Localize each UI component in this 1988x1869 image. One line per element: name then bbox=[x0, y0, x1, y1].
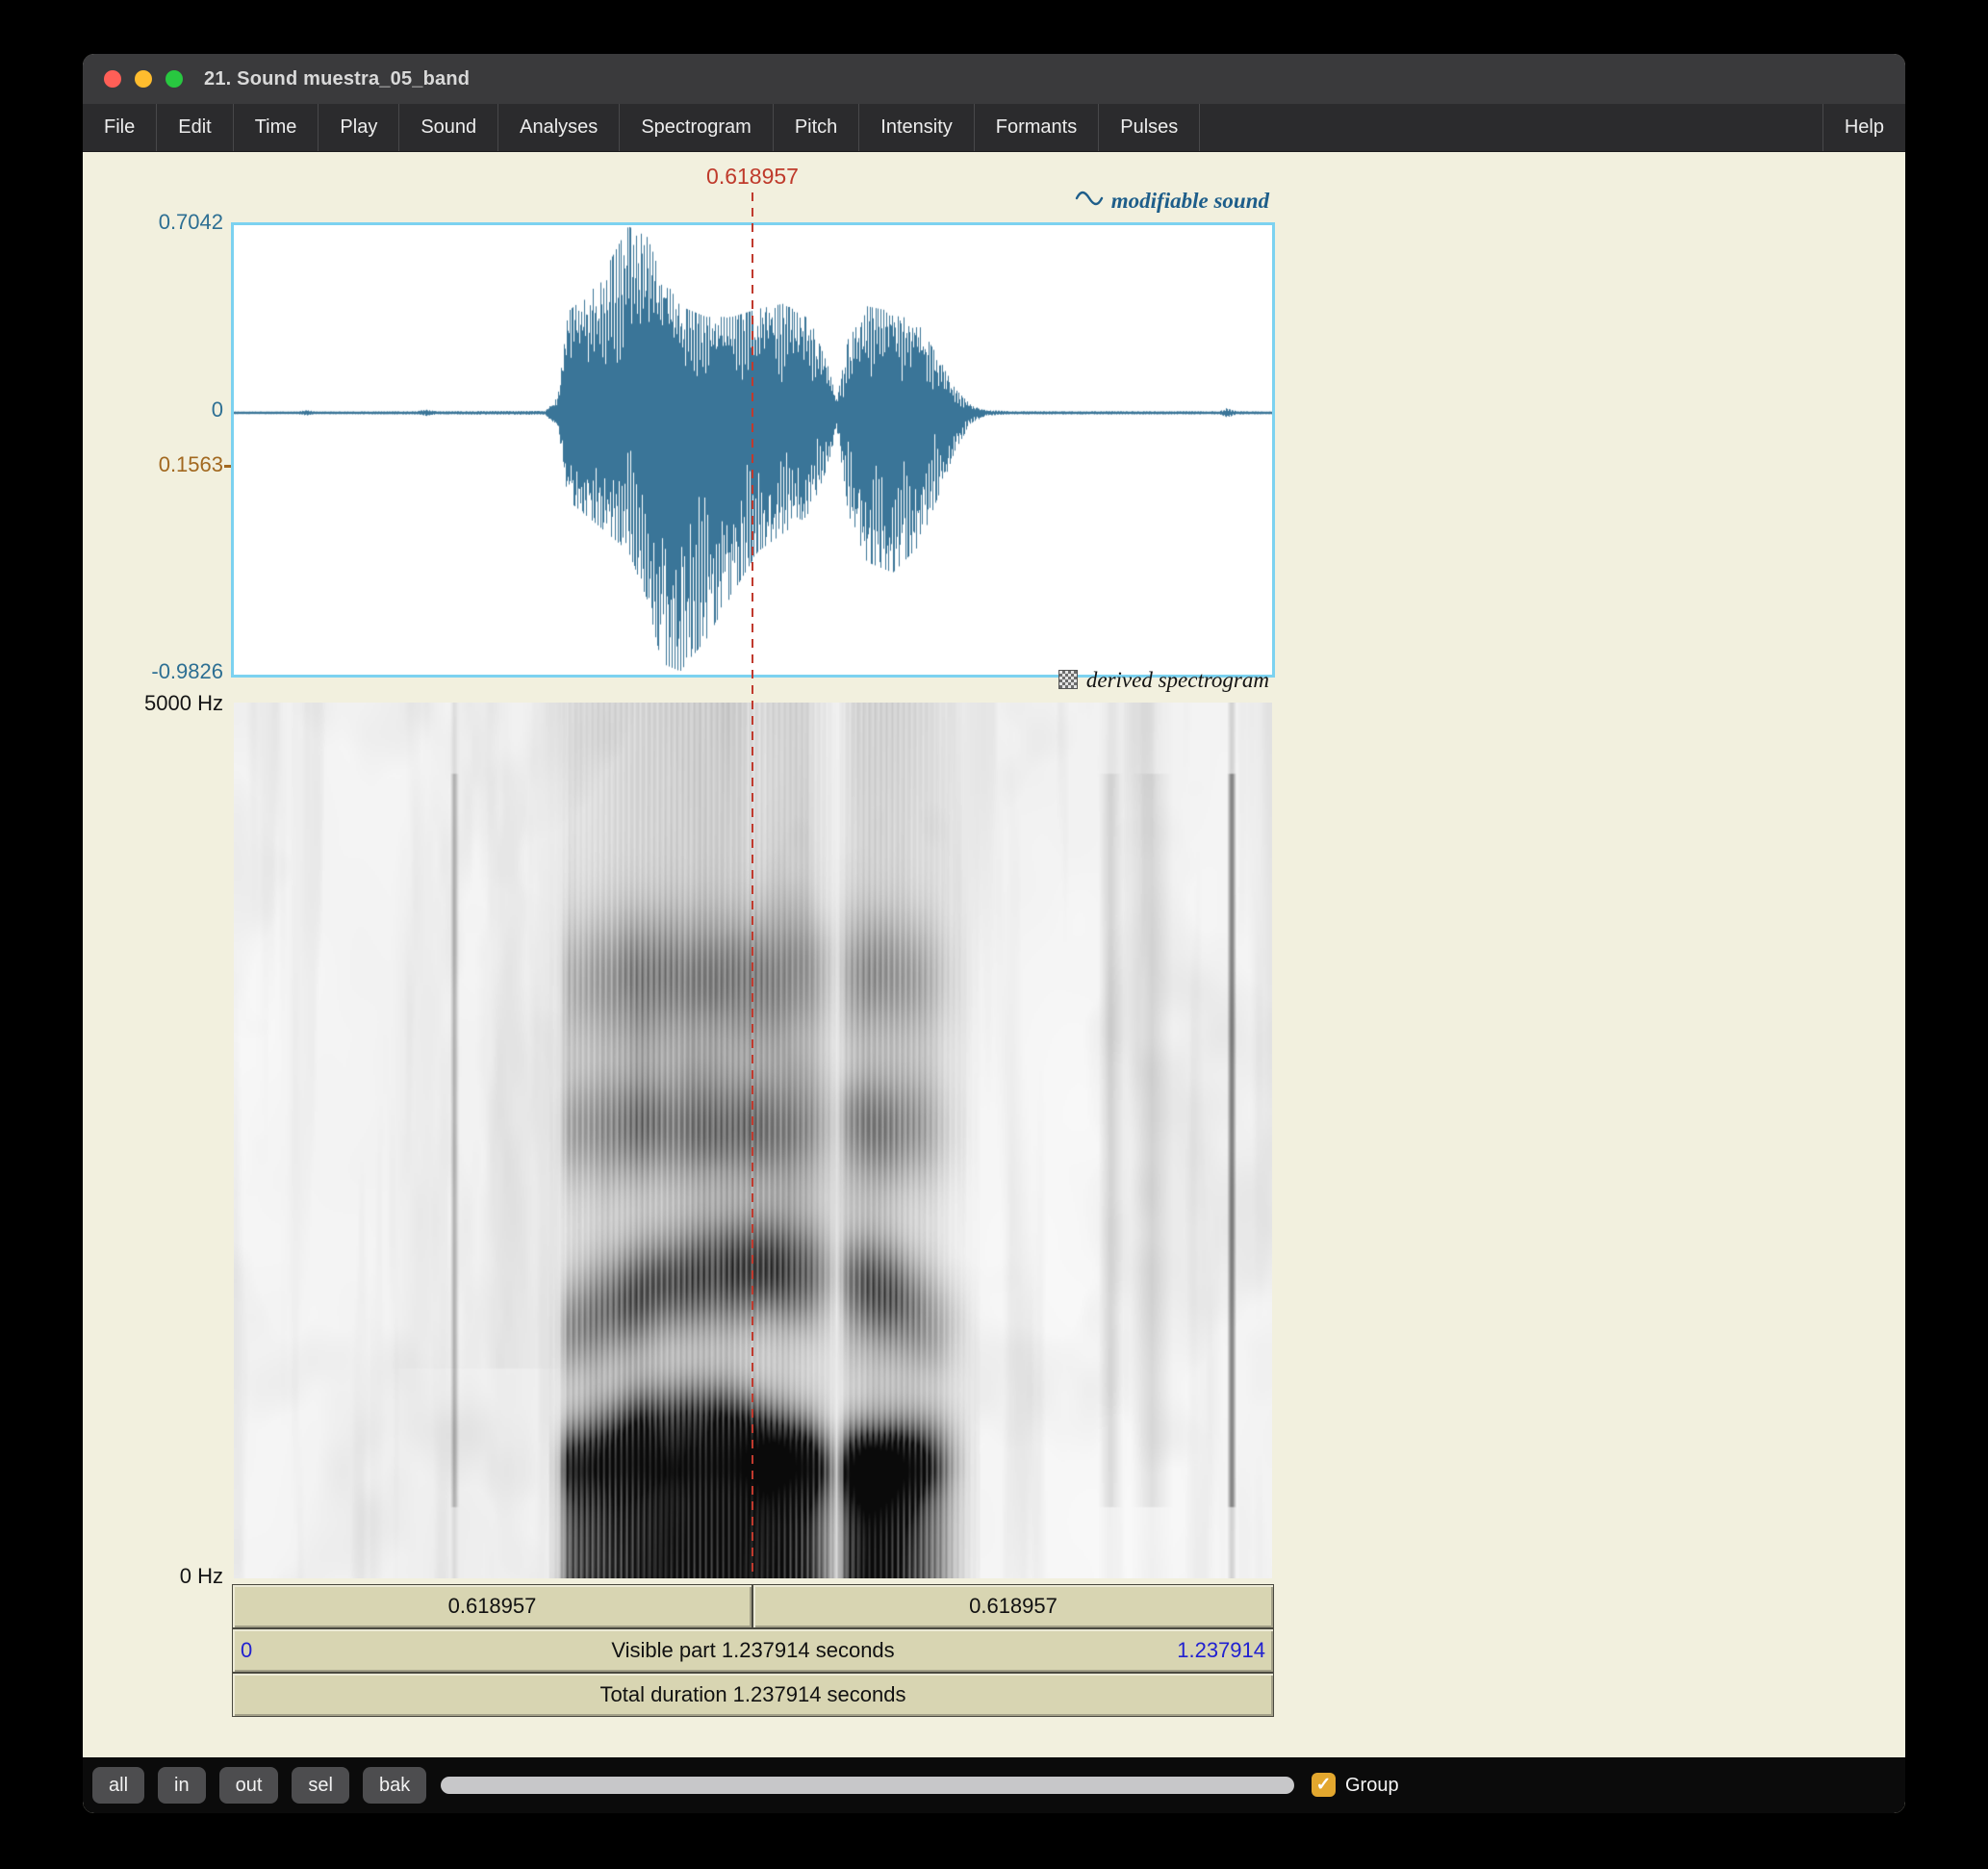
time-segment-right-button[interactable]: 0.618957 bbox=[752, 1584, 1274, 1628]
waveform-cursor-amplitude-label: 0.1563 bbox=[83, 452, 223, 477]
visible-part-text: Visible part 1.237914 seconds bbox=[611, 1638, 894, 1662]
menu-intensity[interactable]: Intensity bbox=[859, 104, 974, 151]
menu-file[interactable]: File bbox=[83, 104, 157, 151]
titlebar[interactable]: 21. Sound muestra_05_band bbox=[83, 54, 1905, 104]
menubar: FileEditTimePlaySoundAnalysesSpectrogram… bbox=[83, 104, 1905, 152]
cursor-line[interactable] bbox=[752, 192, 753, 1578]
menu-edit[interactable]: Edit bbox=[157, 104, 233, 151]
menu-pulses[interactable]: Pulses bbox=[1099, 104, 1200, 151]
bottom-toolbar: allinoutselbak ✓ Group bbox=[83, 1757, 1905, 1813]
zoom-all-button[interactable]: all bbox=[92, 1767, 144, 1804]
time-segment-left-button[interactable]: 0.618957 bbox=[232, 1584, 752, 1628]
time-scrollbar[interactable] bbox=[441, 1777, 1294, 1794]
zoom-sel-button[interactable]: sel bbox=[292, 1767, 349, 1804]
spectrogram-freq-bottom-label: 0 Hz bbox=[83, 1564, 223, 1589]
cursor-time-label: 0.618957 bbox=[706, 164, 799, 190]
menu-analyses[interactable]: Analyses bbox=[498, 104, 620, 151]
visible-part-button[interactable]: 0 Visible part 1.237914 seconds 1.237914 bbox=[232, 1628, 1274, 1673]
visible-end-time: 1.237914 bbox=[1177, 1629, 1265, 1672]
spectrogram-freq-top-label: 5000 Hz bbox=[83, 691, 223, 716]
derived-spectrogram-text: derived spectrogram bbox=[1086, 668, 1269, 692]
visible-start-time: 0 bbox=[241, 1629, 252, 1672]
zoom-button[interactable] bbox=[166, 70, 183, 88]
zoom-buttons-group: allinoutselbak bbox=[92, 1767, 426, 1804]
group-checkbox[interactable]: ✓ bbox=[1312, 1773, 1336, 1797]
menu-sound[interactable]: Sound bbox=[399, 104, 498, 151]
menu-formants[interactable]: Formants bbox=[975, 104, 1099, 151]
zoom-in-button[interactable]: in bbox=[158, 1767, 206, 1804]
window-title: 21. Sound muestra_05_band bbox=[204, 68, 470, 90]
zoom-bak-button[interactable]: bak bbox=[363, 1767, 426, 1804]
close-button[interactable] bbox=[104, 70, 121, 88]
menu-time[interactable]: Time bbox=[234, 104, 319, 151]
praat-editor-window: 21. Sound muestra_05_band FileEditTimePl… bbox=[83, 54, 1905, 1813]
menu-spectrogram[interactable]: Spectrogram bbox=[620, 104, 774, 151]
group-label: Group bbox=[1345, 1772, 1399, 1799]
modifiable-sound-text: modifiable sound bbox=[1111, 189, 1269, 213]
menu-pitch[interactable]: Pitch bbox=[774, 104, 859, 151]
menu-help[interactable]: Help bbox=[1822, 104, 1905, 151]
waveform-ymax-label: 0.7042 bbox=[83, 210, 223, 235]
traffic-lights bbox=[104, 70, 183, 88]
menu-play[interactable]: Play bbox=[319, 104, 399, 151]
waveform-ymin-label: -0.9826 bbox=[83, 659, 223, 684]
spectrogram-icon bbox=[1058, 670, 1078, 689]
zoom-out-button[interactable]: out bbox=[219, 1767, 279, 1804]
sine-wave-icon bbox=[1075, 187, 1104, 212]
minimize-button[interactable] bbox=[135, 70, 152, 88]
editor-content: 0.618957 modifiable sound 0.7042 0.1563 … bbox=[83, 152, 1905, 1757]
total-duration-button[interactable]: Total duration 1.237914 seconds bbox=[232, 1673, 1274, 1717]
waveform-zero-label: 0 bbox=[83, 397, 223, 422]
